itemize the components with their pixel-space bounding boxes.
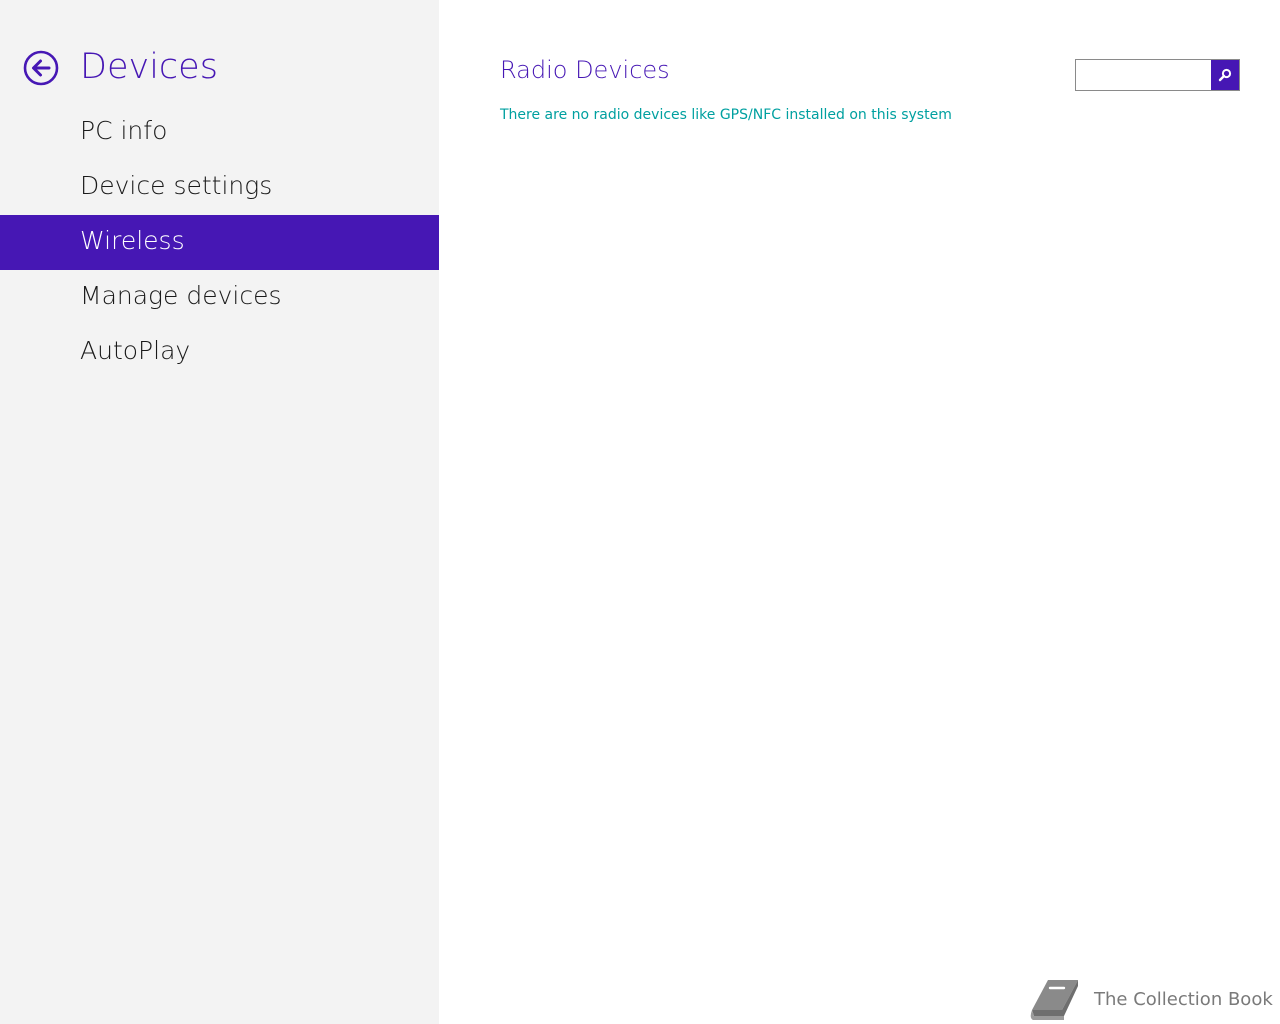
book-icon bbox=[1030, 980, 1078, 1020]
watermark: The Collection Book bbox=[1026, 974, 1273, 1024]
no-devices-message: There are no radio devices like GPS/NFC … bbox=[500, 107, 952, 123]
sidebar-item-pc-info[interactable]: PC info bbox=[0, 105, 439, 160]
page-title: Devices bbox=[80, 47, 218, 87]
search-icon bbox=[1218, 68, 1232, 82]
back-button[interactable] bbox=[23, 50, 59, 86]
search-button[interactable] bbox=[1211, 60, 1239, 90]
search-box bbox=[1075, 59, 1240, 91]
sidebar-item-device-settings[interactable]: Device settings bbox=[0, 160, 439, 215]
sidebar-item-wireless[interactable]: Wireless bbox=[0, 215, 439, 270]
watermark-text: The Collection Book bbox=[1094, 988, 1273, 1010]
sidebar-item-manage-devices[interactable]: Manage devices bbox=[0, 270, 439, 325]
settings-window: Devices PC info Device settings Wireless… bbox=[0, 0, 1280, 1024]
section-title: Radio Devices bbox=[500, 56, 670, 84]
sidebar: Devices PC info Device settings Wireless… bbox=[0, 0, 439, 1024]
sidebar-nav: PC info Device settings Wireless Manage … bbox=[0, 105, 439, 380]
sidebar-item-autoplay[interactable]: AutoPlay bbox=[0, 325, 439, 380]
search-input[interactable] bbox=[1076, 60, 1211, 90]
back-arrow-circle-icon bbox=[23, 50, 59, 86]
